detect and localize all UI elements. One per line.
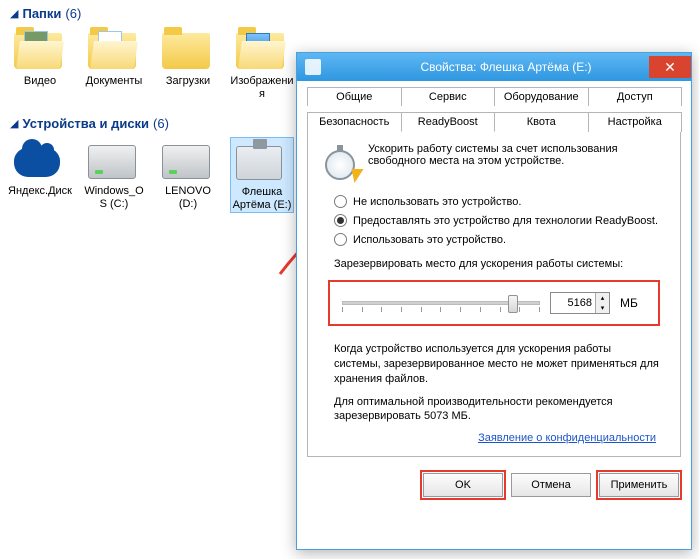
privacy-link[interactable]: Заявление о конфиденциальности xyxy=(478,432,656,444)
unit-label: МБ xyxy=(620,296,646,310)
note-recommend: Для оптимальной производительности реком… xyxy=(334,395,660,425)
radio-group: Не использовать это устройство. Предоста… xyxy=(334,195,668,246)
radio-use[interactable]: Использовать это устройство. xyxy=(334,233,668,246)
intro-block: Ускорить работу системы за счет использо… xyxy=(320,143,668,183)
tab-customize[interactable]: Настройка xyxy=(588,112,683,132)
dialog-title: Свойства: Флешка Артёма (E:) xyxy=(329,60,683,74)
folder-downloads[interactable]: Загрузки xyxy=(156,27,220,100)
reserve-slider[interactable] xyxy=(342,293,540,313)
radio-icon xyxy=(334,195,347,208)
reserve-label: Зарезервировать место для ускорения рабо… xyxy=(334,258,668,270)
cancel-button[interactable]: Отмена xyxy=(511,473,591,497)
tab-row-2: Безопасность ReadyBoost Квота Настройка xyxy=(307,112,681,132)
folder-images[interactable]: Изображения xyxy=(230,27,294,100)
tab-tools[interactable]: Сервис xyxy=(401,87,496,106)
spin-down-icon[interactable]: ▾ xyxy=(595,303,609,313)
radio-do-not-use[interactable]: Не использовать это устройство. xyxy=(334,195,668,208)
tab-quota[interactable]: Квота xyxy=(494,112,589,132)
radio-icon xyxy=(334,214,347,227)
reserve-value-spinner[interactable]: ▴ ▾ xyxy=(550,292,610,314)
drive-e-usb[interactable]: Флешка Артёма (E:) xyxy=(230,137,294,212)
note-usage: Когда устройство используется для ускоре… xyxy=(334,342,660,387)
drive-yandex[interactable]: Яндекс.Диск xyxy=(8,137,72,212)
tab-general[interactable]: Общие xyxy=(307,87,402,106)
tab-row-1: Общие Сервис Оборудование Доступ xyxy=(307,87,681,106)
tab-readyboost[interactable]: ReadyBoost xyxy=(401,112,496,132)
reserve-slider-box: ▴ ▾ МБ xyxy=(328,280,660,326)
tab-hardware[interactable]: Оборудование xyxy=(494,87,589,106)
group-title: Устройства и диски xyxy=(22,116,149,131)
tab-content: Ускорить работу системы за счет использо… xyxy=(307,132,681,457)
radio-icon xyxy=(334,233,347,246)
close-button[interactable]: ✕ xyxy=(649,56,691,78)
folder-documents[interactable]: Документы xyxy=(82,27,146,100)
group-count: (6) xyxy=(65,6,81,21)
group-count: (6) xyxy=(153,116,169,131)
drive-c[interactable]: Windows_OS (C:) xyxy=(82,137,146,212)
drive-icon xyxy=(305,59,321,75)
spin-up-icon[interactable]: ▴ xyxy=(595,293,609,303)
privacy-link-row: Заявление о конфиденциальности xyxy=(332,432,656,444)
titlebar[interactable]: Свойства: Флешка Артёма (E:) ✕ xyxy=(297,53,691,81)
folders-group-header[interactable]: ◢ Папки (6) xyxy=(0,0,699,23)
tab-sharing[interactable]: Доступ xyxy=(588,87,683,106)
drive-d[interactable]: LENOVO (D:) xyxy=(156,137,220,212)
dialog-buttons: OK Отмена Применить xyxy=(297,465,691,507)
folder-video[interactable]: Видео xyxy=(8,27,72,100)
tab-security[interactable]: Безопасность xyxy=(307,112,402,132)
apply-button[interactable]: Применить xyxy=(599,473,679,497)
properties-dialog: Свойства: Флешка Артёма (E:) ✕ Общие Сер… xyxy=(296,52,692,550)
intro-text: Ускорить работу системы за счет использо… xyxy=(368,143,668,183)
reserve-value-input[interactable] xyxy=(551,293,595,313)
group-title: Папки xyxy=(22,6,61,21)
ok-button[interactable]: OK xyxy=(423,473,503,497)
radio-dedicate[interactable]: Предоставлять это устройство для техноло… xyxy=(334,214,668,227)
collapse-icon: ◢ xyxy=(10,7,18,20)
collapse-icon: ◢ xyxy=(10,117,18,130)
stopwatch-icon xyxy=(320,143,360,183)
